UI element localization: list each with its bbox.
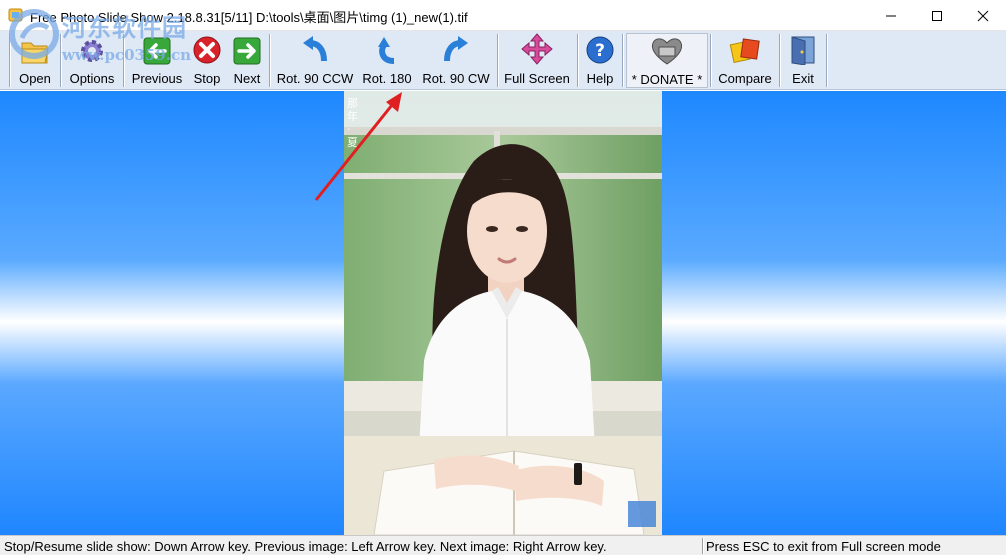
maximize-button[interactable] xyxy=(914,0,960,31)
donate-button[interactable]: * DONATE * xyxy=(626,33,708,88)
fullscreen-icon xyxy=(521,33,553,65)
exit-button[interactable]: Exit xyxy=(782,33,824,88)
toolbar: Open Options Previous Stop Next Rot. 90 … xyxy=(0,31,1006,90)
stop-icon xyxy=(193,36,221,64)
help-button[interactable]: ? Help xyxy=(580,33,620,88)
toolbar-separator xyxy=(577,34,578,87)
stop-button[interactable]: Stop xyxy=(188,33,226,88)
help-icon: ? xyxy=(586,36,614,64)
status-hint: Stop/Resume slide show: Down Arrow key. … xyxy=(4,539,607,554)
compare-label: Compare xyxy=(718,71,772,86)
close-button[interactable] xyxy=(960,0,1006,31)
options-label: Options xyxy=(69,71,115,86)
exit-label: Exit xyxy=(792,71,814,86)
toolbar-separator xyxy=(123,34,124,87)
minimize-button[interactable] xyxy=(868,0,914,31)
next-label: Next xyxy=(233,71,261,86)
maximize-icon xyxy=(932,10,942,21)
toolbar-separator xyxy=(826,34,827,87)
app-icon xyxy=(8,8,23,22)
toolbar-separator xyxy=(9,34,10,87)
rotate-cw-label: Rot. 90 CW xyxy=(422,71,490,86)
window-title: Free Photo Slide Show 2.18.8.31[5/11] D:… xyxy=(30,10,468,25)
photo-caption: 那年 · 夏 xyxy=(347,97,358,149)
rotate-cw-button[interactable]: Rot. 90 CW xyxy=(418,33,494,88)
rotate-180-button[interactable]: Rot. 180 xyxy=(358,33,416,88)
toolbar-separator xyxy=(60,34,61,87)
previous-button[interactable]: Previous xyxy=(128,33,186,88)
donate-label: * DONATE * xyxy=(631,72,703,87)
rotate-ccw-label: Rot. 90 CCW xyxy=(276,71,354,86)
rotate-180-label: Rot. 180 xyxy=(362,71,412,86)
toolbar-separator xyxy=(710,34,711,87)
slideshow-viewer[interactable]: 那年 · 夏 xyxy=(0,91,1006,535)
minimize-icon xyxy=(886,15,896,16)
compare-button[interactable]: Compare xyxy=(714,33,776,88)
rotate-180-icon xyxy=(378,37,395,64)
photo-image xyxy=(344,91,662,535)
full-screen-label: Full Screen xyxy=(504,71,570,86)
close-icon xyxy=(977,10,989,21)
heart-icon xyxy=(651,38,683,65)
status-esc-hint: Press ESC to exit from Full screen mode xyxy=(706,539,941,554)
status-bar: Stop/Resume slide show: Down Arrow key. … xyxy=(0,535,1006,555)
next-button[interactable]: Next xyxy=(228,33,266,88)
full-screen-button[interactable]: Full Screen xyxy=(500,33,574,88)
svg-text:?: ? xyxy=(595,41,605,61)
toolbar-separator xyxy=(269,34,270,87)
status-divider xyxy=(702,538,703,554)
toolbar-separator xyxy=(497,34,498,87)
options-button[interactable]: Options xyxy=(63,33,121,88)
arrow-left-icon xyxy=(143,37,171,65)
toolbar-separator xyxy=(779,34,780,87)
open-button[interactable]: Open xyxy=(12,33,58,88)
rotate-ccw-button[interactable]: Rot. 90 CCW xyxy=(274,33,356,88)
arrow-right-icon xyxy=(233,37,261,65)
stop-label: Stop xyxy=(193,71,221,86)
current-photo: 那年 · 夏 xyxy=(344,91,662,535)
compare-icon xyxy=(729,38,760,64)
help-label: Help xyxy=(586,71,614,86)
rotate-ccw-icon xyxy=(303,36,327,62)
gear-icon xyxy=(81,40,103,62)
previous-label: Previous xyxy=(131,71,183,86)
toolbar-separator xyxy=(622,34,623,87)
title-bar: Free Photo Slide Show 2.18.8.31[5/11] D:… xyxy=(0,0,1006,31)
open-label: Open xyxy=(19,71,51,86)
open-folder-icon xyxy=(21,42,49,64)
exit-door-icon xyxy=(791,36,815,65)
rotate-cw-icon xyxy=(444,36,468,62)
